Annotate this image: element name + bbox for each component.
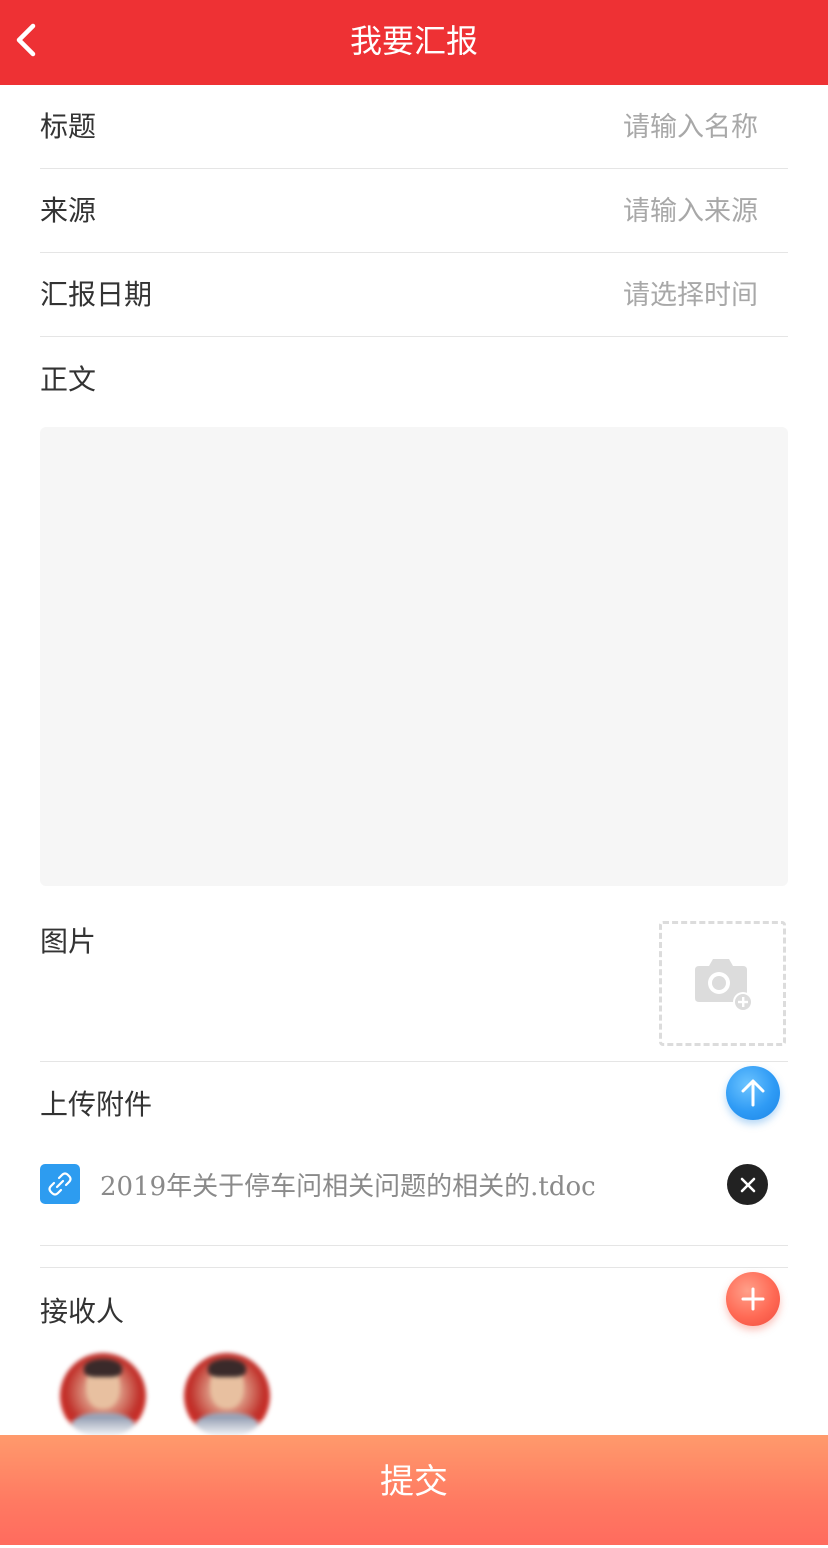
scroll-fade bbox=[0, 1418, 828, 1436]
title-label: 标题 bbox=[40, 110, 97, 143]
report-date-picker[interactable] bbox=[428, 275, 758, 315]
source-label: 来源 bbox=[40, 194, 97, 227]
title-row: 标题 bbox=[40, 85, 788, 169]
body-label: 正文 bbox=[40, 363, 97, 396]
remove-attachment-button[interactable] bbox=[727, 1164, 768, 1205]
title-input[interactable] bbox=[428, 107, 758, 147]
submit-button[interactable]: 提交 bbox=[0, 1435, 828, 1545]
plus-icon bbox=[741, 1287, 765, 1311]
add-recipient-button[interactable] bbox=[726, 1272, 780, 1326]
divider bbox=[40, 1245, 788, 1246]
arrow-up-icon bbox=[741, 1079, 765, 1107]
source-input[interactable] bbox=[428, 191, 758, 231]
upload-attachment-button[interactable] bbox=[726, 1066, 780, 1120]
page-title: 我要汇报 bbox=[349, 22, 478, 60]
report-date-label: 汇报日期 bbox=[40, 278, 153, 311]
recipient-label: 接收人 bbox=[40, 1295, 125, 1328]
camera-add-icon bbox=[694, 958, 753, 1012]
divider bbox=[40, 1267, 788, 1268]
body-textarea[interactable] bbox=[40, 427, 788, 886]
attachment-label: 上传附件 bbox=[40, 1088, 153, 1121]
link-icon bbox=[40, 1164, 80, 1204]
image-label: 图片 bbox=[40, 925, 97, 958]
image-upload-box[interactable] bbox=[659, 921, 786, 1046]
report-date-row: 汇报日期 bbox=[40, 253, 788, 337]
top-app-bar: 我要汇报 bbox=[0, 0, 828, 85]
source-row: 来源 bbox=[40, 169, 788, 253]
divider bbox=[40, 1061, 788, 1062]
attachment-file-name[interactable]: 2019年关于停车问相关问题的相关的.tdoc bbox=[100, 1166, 596, 1203]
close-icon bbox=[740, 1177, 755, 1192]
